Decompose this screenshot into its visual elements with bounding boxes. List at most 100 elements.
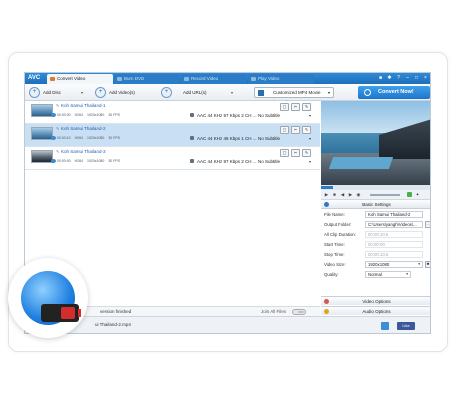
add-disc-button[interactable]: + Add Disc ▾ bbox=[29, 87, 83, 98]
setting-quality: Quality: Normal ▾ bbox=[321, 270, 430, 279]
chevron-down-icon[interactable]: ▾ bbox=[231, 90, 233, 95]
folder-icon[interactable] bbox=[381, 322, 389, 330]
edit-name-icon[interactable]: ✎ bbox=[56, 149, 59, 154]
audio-value: AAC 44 KHz 97 Kbps 2 CH ... bbox=[197, 159, 257, 164]
fps: 30 FPS bbox=[108, 113, 121, 117]
check-icon[interactable] bbox=[51, 136, 56, 140]
tab-burn-dvd[interactable]: Burn DVD bbox=[114, 74, 180, 84]
file-meta: 00:00:10 H264 1920x1080 30 FPS bbox=[57, 136, 120, 140]
audio-value: AAC 44 KHz 46 Kbps 1 CH ... bbox=[197, 136, 257, 141]
crop-icon[interactable]: ▢ bbox=[280, 126, 289, 134]
row-actions: ▢ ✂ ✎ bbox=[280, 126, 311, 134]
cut-icon[interactable]: ✂ bbox=[291, 126, 300, 134]
cart-icon[interactable]: ■ bbox=[377, 74, 384, 82]
edit-name-icon[interactable]: ✎ bbox=[56, 126, 59, 131]
file-name-field[interactable]: Koh Samui Thailand-2 bbox=[365, 211, 423, 218]
prev-icon[interactable]: ◀ bbox=[340, 192, 345, 198]
close-icon[interactable]: × bbox=[422, 74, 429, 82]
basic-settings-header[interactable]: Basic Settings bbox=[321, 200, 430, 209]
edit-name-icon[interactable]: ✎ bbox=[56, 103, 59, 108]
play-icon bbox=[251, 77, 256, 81]
fullscreen-icon[interactable]: ✦ bbox=[415, 192, 420, 198]
minimize-icon[interactable]: – bbox=[404, 74, 411, 82]
setting-file-name: File Name: Koh Samui Thailand-2 bbox=[321, 210, 430, 219]
audio-track[interactable]: AAC 44 KHz 97 Kbps 2 CH ... bbox=[190, 159, 257, 164]
convert-now-button[interactable]: Convert Now! bbox=[358, 86, 430, 99]
video-options-header[interactable]: Video Options bbox=[321, 296, 430, 305]
subtitle-select[interactable]: No Subtitle bbox=[258, 113, 280, 118]
crop-icon[interactable]: ▢ bbox=[280, 149, 289, 157]
volume-slider[interactable] bbox=[370, 193, 400, 196]
quality-select[interactable]: Normal ▾ bbox=[365, 271, 411, 278]
facebook-like-button[interactable]: Like bbox=[397, 322, 415, 330]
play-icon[interactable]: ▶ bbox=[324, 192, 329, 198]
check-icon[interactable] bbox=[51, 159, 56, 163]
settings-panel: Basic Settings File Name: Koh Samui Thail… bbox=[321, 200, 430, 316]
add-videos-button[interactable]: + Add Video(s) ▾ bbox=[95, 87, 163, 98]
video-preview[interactable] bbox=[321, 101, 430, 185]
audio-options-icon bbox=[324, 309, 329, 314]
maximize-icon[interactable]: □ bbox=[413, 74, 420, 82]
crop-icon[interactable]: ▢ bbox=[280, 103, 289, 111]
join-all-toggle[interactable]: OFF bbox=[292, 309, 306, 315]
help-icon[interactable]: ? bbox=[395, 74, 402, 82]
settings-icon[interactable]: ✱ bbox=[386, 74, 393, 82]
volume-icon[interactable]: ◉ bbox=[356, 192, 361, 198]
file-row[interactable]: ✎ Koh Samui Thailand-1 00:00:00 H264 1920x… bbox=[25, 101, 320, 124]
title-bar: AVC Convert Video Burn DVD Record Video … bbox=[25, 73, 430, 84]
disc-icon bbox=[117, 77, 122, 81]
chevron-down-icon[interactable]: ▾ bbox=[309, 136, 311, 141]
battery-icon bbox=[41, 304, 81, 322]
output-folder-field[interactable]: C:\Users\yangh\Videos\... bbox=[365, 221, 423, 228]
add-videos-label: Add Video(s) bbox=[109, 90, 135, 95]
subtitle-select[interactable]: No Subtitle bbox=[258, 136, 280, 141]
header-label: Basic Settings bbox=[362, 202, 391, 207]
cut-icon[interactable]: ✂ bbox=[291, 149, 300, 157]
audio-options-header[interactable]: Audio Options bbox=[321, 306, 430, 315]
video-thumbnail bbox=[31, 150, 53, 163]
window-controls: ■ ✱ ? – □ × bbox=[377, 74, 429, 82]
effect-icon[interactable]: ✎ bbox=[302, 149, 311, 157]
effect-icon[interactable]: ✎ bbox=[302, 103, 311, 111]
audio-value: AAC 44 KHz 97 Kbps 2 CH ... bbox=[197, 113, 257, 118]
duration: 00:00:10 bbox=[57, 136, 71, 140]
app-logo: AVC bbox=[28, 75, 41, 81]
tab-convert-video[interactable]: Convert Video bbox=[47, 74, 113, 84]
video-size-select[interactable]: 1920x1080 ▾ bbox=[365, 261, 423, 268]
file-row-selected[interactable]: ✎ Koh Samui Thailand-2 00:00:10 H264 1920x… bbox=[25, 124, 320, 147]
audio-track[interactable]: AAC 44 KHz 97 Kbps 2 CH ... bbox=[190, 113, 257, 118]
subtitle-select[interactable]: No Subtitle bbox=[258, 159, 280, 164]
file-row[interactable]: ✎ Koh Samui Thailand-3 00:00:00 H264 1920x… bbox=[25, 147, 320, 170]
add-urls-button[interactable]: + Add URL(s) ▾ bbox=[161, 87, 233, 98]
check-icon[interactable] bbox=[51, 113, 56, 117]
next-icon[interactable]: ▶ bbox=[348, 192, 353, 198]
record-icon bbox=[184, 77, 189, 81]
effect-icon[interactable]: ✎ bbox=[302, 126, 311, 134]
chevron-down-icon[interactable]: ▾ bbox=[309, 113, 311, 118]
video-thumbnail bbox=[31, 104, 53, 117]
stop-time-field[interactable]: 00:00:10.5 bbox=[365, 251, 423, 258]
player-controls: ▶ ■ ◀ ▶ ◉ ✦ bbox=[321, 190, 430, 200]
fps: 30 FPS bbox=[108, 159, 121, 163]
add-disc-label: Add Disc bbox=[43, 90, 62, 95]
start-time-field[interactable]: 00:00:00 bbox=[365, 241, 423, 248]
chevron-down-icon[interactable]: ▾ bbox=[309, 159, 311, 164]
tab-play-video[interactable]: Play Video bbox=[248, 74, 314, 84]
tab-label: Convert Video bbox=[57, 76, 86, 81]
tab-record-video[interactable]: Record Video bbox=[181, 74, 247, 84]
main-tabs: Convert Video Burn DVD Record Video Play… bbox=[47, 74, 315, 84]
profile-select[interactable]: Customized MP4 Movie (*.mp4) ▾ bbox=[254, 87, 334, 105]
cut-icon[interactable]: ✂ bbox=[291, 103, 300, 111]
stop-icon[interactable]: ■ bbox=[332, 192, 337, 197]
duration: 00:00:00 bbox=[57, 159, 71, 163]
chevron-down-icon[interactable]: ▾ bbox=[81, 90, 83, 95]
gear-icon[interactable]: ✱ bbox=[425, 261, 430, 268]
snapshot-icon[interactable] bbox=[407, 192, 412, 197]
fps: 30 FPS bbox=[108, 136, 121, 140]
audio-track[interactable]: AAC 44 KHz 46 Kbps 1 CH ... bbox=[190, 136, 257, 141]
tab-label: Record Video bbox=[191, 76, 219, 81]
browse-button[interactable]: … bbox=[425, 221, 430, 228]
subtitle-value: No Subtitle bbox=[258, 136, 281, 141]
subtitle-value: No Subtitle bbox=[258, 113, 281, 118]
tab-label: Burn DVD bbox=[124, 76, 145, 81]
